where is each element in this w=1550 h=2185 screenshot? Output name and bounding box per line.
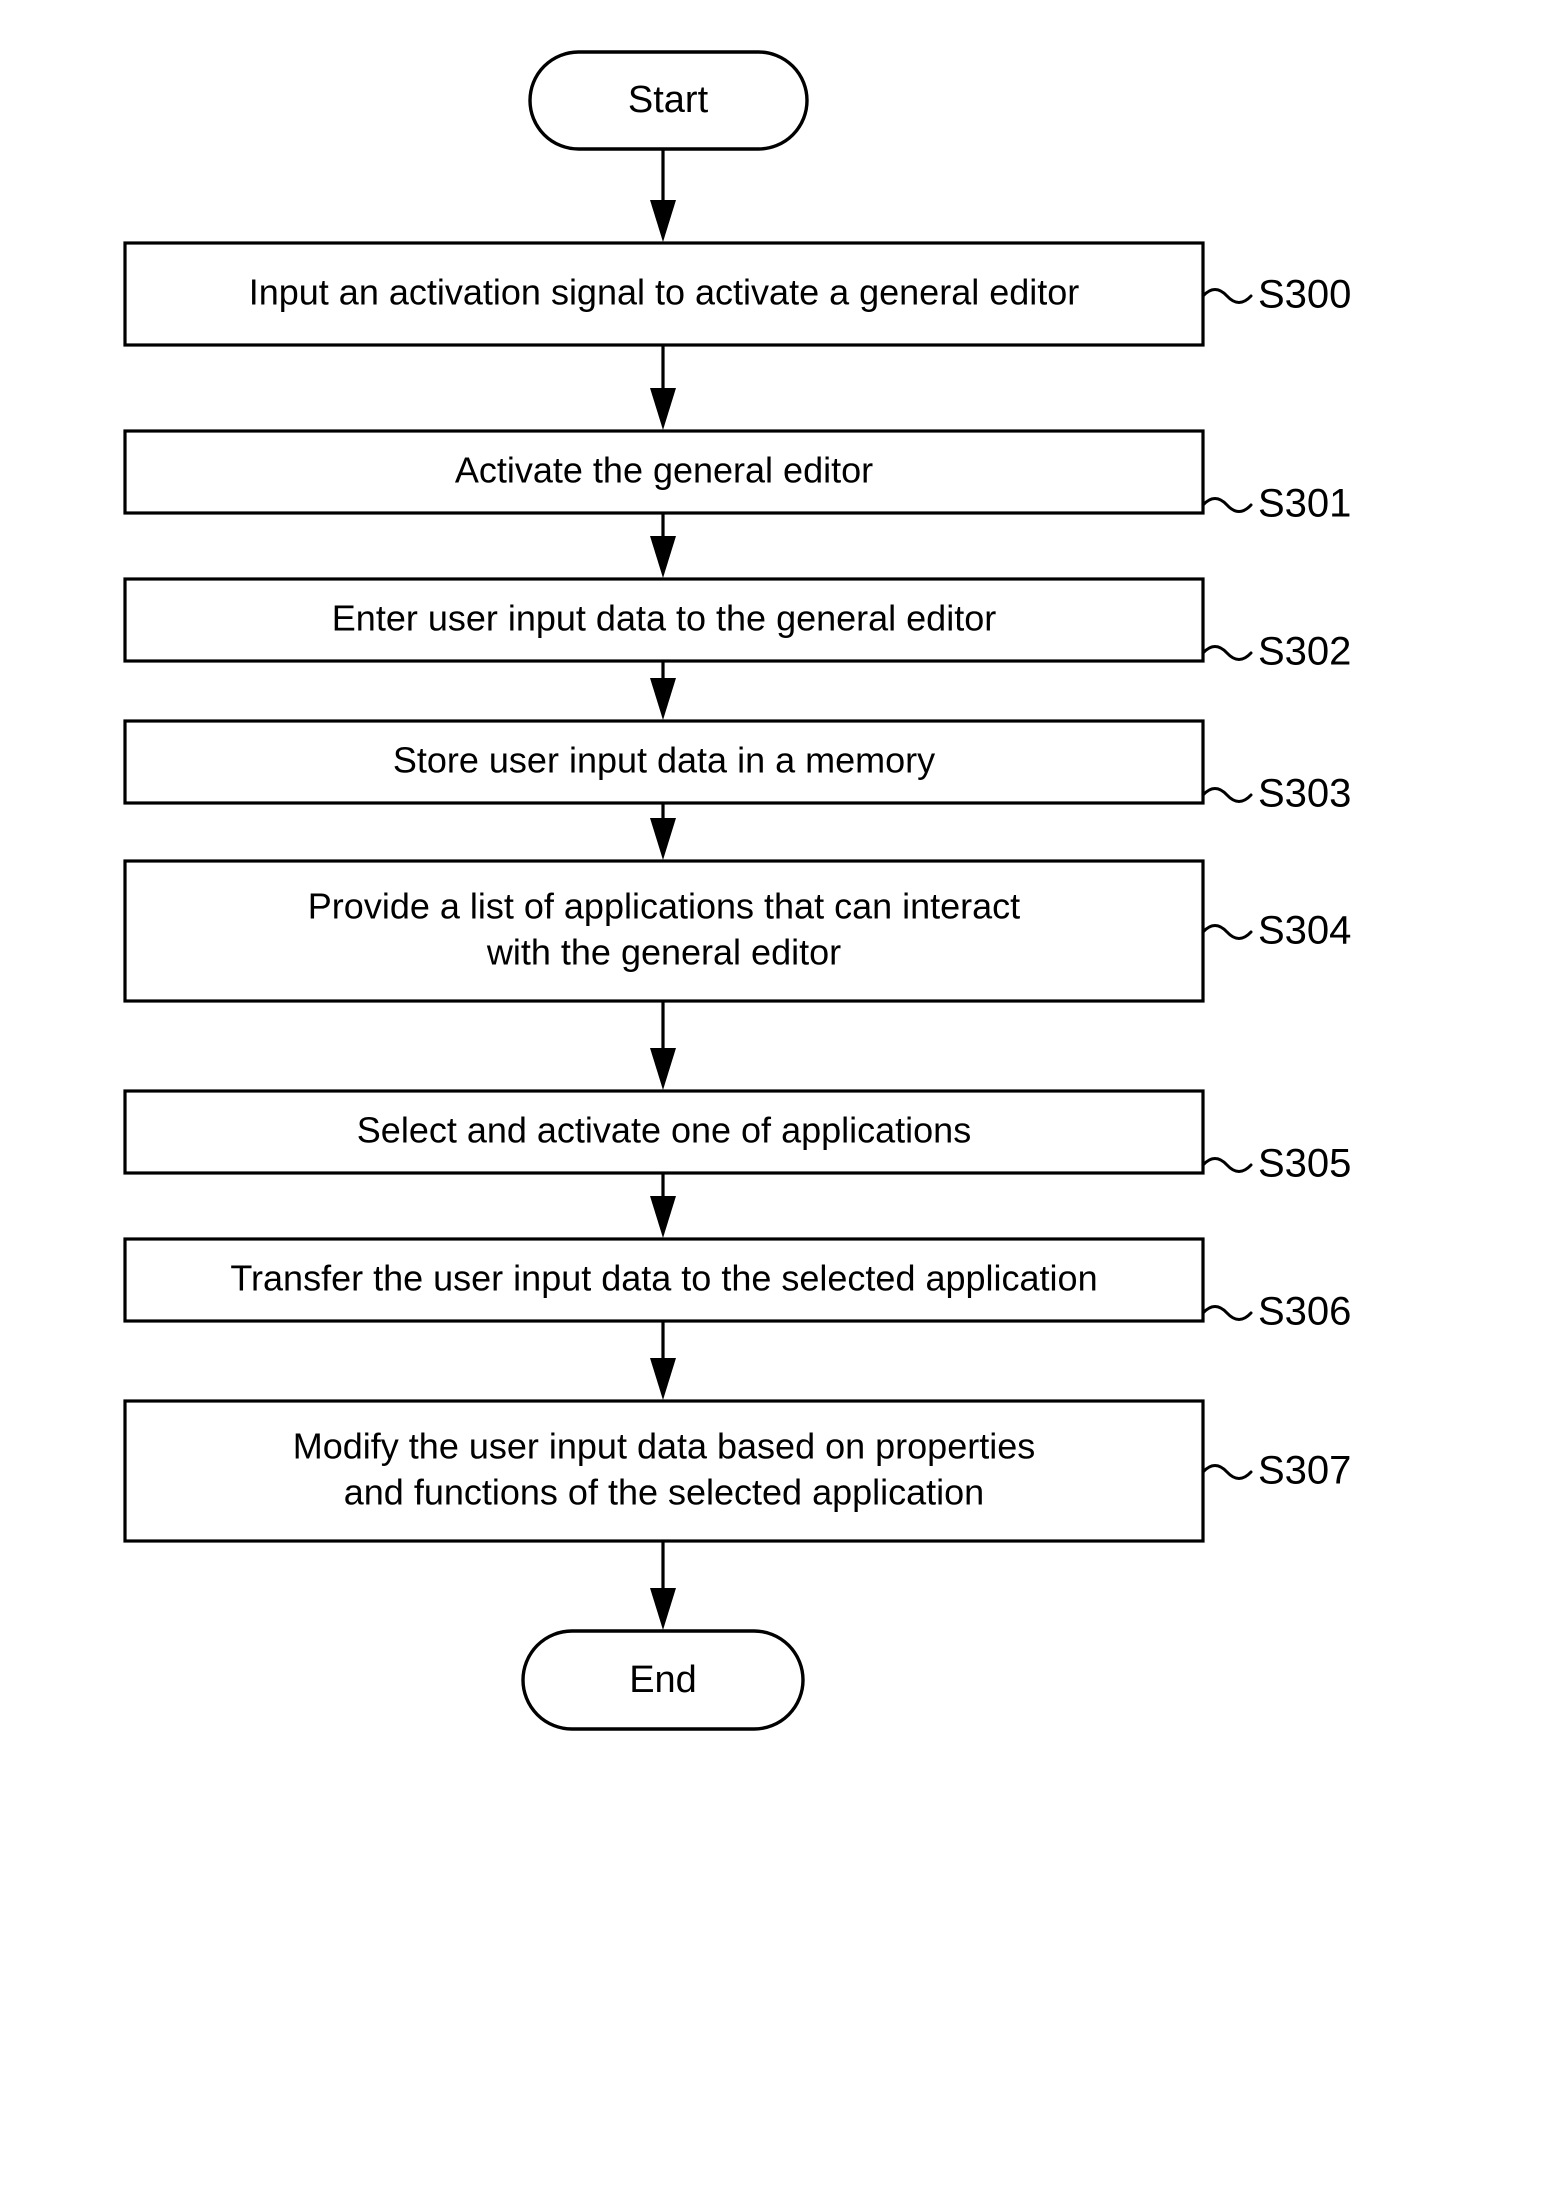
connector-s305-to-s306 [650,1173,676,1238]
step-ref-s301: S301 [1201,482,1351,526]
arrow-head-icon [650,678,676,720]
step-ref-s307: S307 [1201,1449,1351,1493]
node-s302: Enter user input data to the general edi… [123,577,1205,663]
squiggle-connector-icon [1201,497,1253,513]
squiggle-connector-icon [1201,288,1253,304]
process-box-s302-line-1: Enter user input data to the general edi… [332,598,996,639]
step-ref-label-s300: S300 [1258,273,1351,317]
flowchart-svg: Start Input an activation signal to acti… [123,50,1351,1731]
step-ref-s300: S300 [1201,273,1351,317]
node-s307: Modify the user input data based on prop… [123,1399,1205,1543]
step-ref-label-s307: S307 [1258,1449,1351,1493]
step-ref-s302: S302 [1201,630,1351,674]
arrow-head-icon [650,1048,676,1090]
connector-s307-to-end [650,1541,676,1630]
process-box-s307-line-1: Modify the user input data based on prop… [293,1426,1035,1467]
arrow-head-icon [650,388,676,430]
squiggle-connector-icon [1201,645,1253,661]
step-ref-label-s303: S303 [1258,772,1351,816]
process-box-s304-line-1: Provide a list of applications that can … [308,886,1020,927]
node-s305: Select and activate one of applications [123,1089,1205,1175]
arrow-head-icon [650,536,676,578]
node-s306: Transfer the user input data to the sele… [123,1237,1205,1323]
connector-s304-to-s305 [650,1001,676,1090]
connector-s301-to-s302 [650,513,676,578]
node-s304: Provide a list of applications that can … [123,859,1205,1003]
squiggle-connector-icon [1201,1305,1253,1321]
arrow-head-icon [650,1358,676,1400]
process-box-s307-line-2: and functions of the selected applicatio… [344,1472,984,1513]
arrow-head-icon [650,200,676,242]
step-ref-label-s302: S302 [1258,630,1351,674]
step-ref-label-s305: S305 [1258,1142,1351,1186]
connector-s303-to-s304 [650,803,676,860]
process-box-s300-line-1: Input an activation signal to activate a… [249,272,1080,313]
start-terminal-label: Start [628,79,709,121]
node-s301: Activate the general editor [123,429,1205,515]
connector-start-to-s300 [650,149,676,242]
connector-s306-to-s307 [650,1321,676,1400]
step-ref-s306: S306 [1201,1290,1351,1334]
step-ref-s304: S304 [1201,909,1351,953]
process-box-s301-line-1: Activate the general editor [455,450,873,491]
step-ref-label-s304: S304 [1258,909,1351,953]
arrow-head-icon [650,1588,676,1630]
squiggle-connector-icon [1201,924,1253,940]
arrow-head-icon [650,1196,676,1238]
node-end: End [521,1629,805,1731]
process-box-s306-line-1: Transfer the user input data to the sele… [230,1258,1097,1299]
process-box-s305-line-1: Select and activate one of applications [357,1110,971,1151]
step-ref-s303: S303 [1201,772,1351,816]
flowchart-canvas: Start Input an activation signal to acti… [0,0,1550,2185]
squiggle-connector-icon [1201,787,1253,803]
node-start: Start [528,50,809,151]
squiggle-connector-icon [1201,1157,1253,1173]
node-s300: Input an activation signal to activate a… [123,241,1205,347]
end-terminal-label: End [629,1659,697,1701]
step-ref-label-s301: S301 [1258,482,1351,526]
process-box-s303-line-1: Store user input data in a memory [393,740,935,781]
connector-s300-to-s301 [650,345,676,430]
step-ref-s305: S305 [1201,1142,1351,1186]
arrow-head-icon [650,818,676,860]
connector-s302-to-s303 [650,661,676,720]
node-s303: Store user input data in a memory [123,719,1205,805]
step-ref-label-s306: S306 [1258,1290,1351,1334]
process-box-s304-line-2: with the general editor [486,932,841,973]
squiggle-connector-icon [1201,1464,1253,1480]
